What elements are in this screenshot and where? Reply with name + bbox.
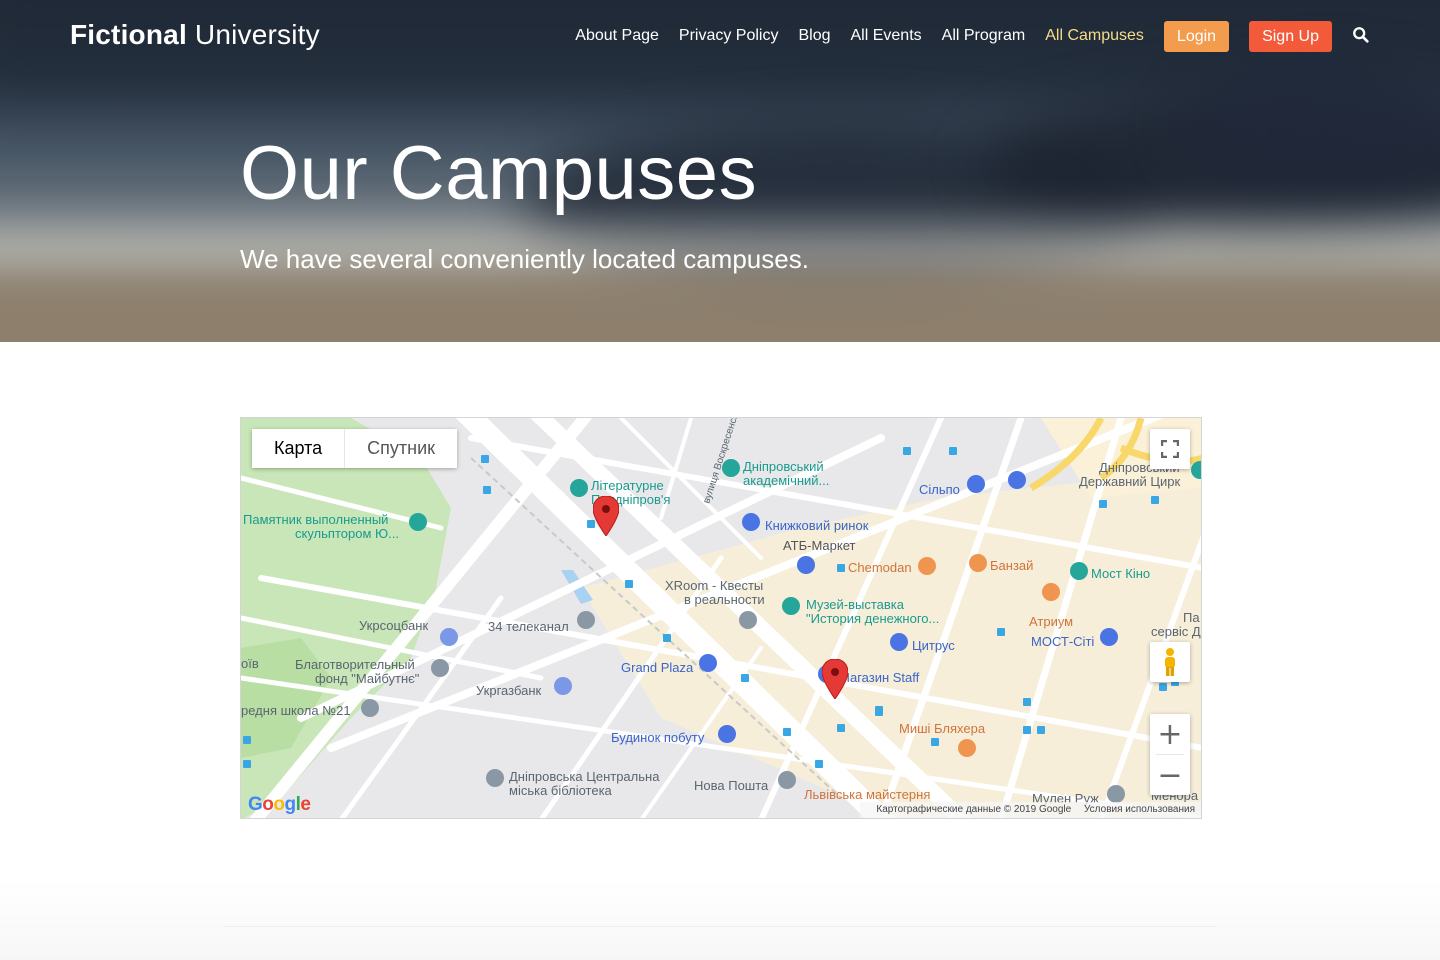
login-button[interactable]: Login	[1163, 20, 1230, 52]
zoom-in-button[interactable]: +	[1150, 714, 1190, 754]
map-label: редня школа №21	[241, 703, 351, 718]
map-label: оїв	[241, 656, 259, 671]
campus-marker-1[interactable]	[593, 496, 619, 536]
map-label: Памятник выполненный	[243, 512, 388, 527]
map-label: Нова Пошта	[694, 778, 769, 793]
map-label: академічний...	[743, 473, 829, 488]
main-nav: About Page Privacy Policy Blog All Event…	[555, 20, 1372, 52]
fullscreen-icon	[1161, 440, 1179, 458]
map-label: Мост Кіно	[1091, 566, 1150, 581]
map-label: XRoom - Квесты	[665, 578, 763, 593]
map-label: Будинок побуту	[611, 730, 705, 745]
map-label: Благотворительный	[295, 657, 415, 672]
map-type-satellite-button[interactable]: Спутник	[345, 429, 458, 468]
content-divider	[225, 926, 1215, 927]
map-label: Банзай	[990, 558, 1033, 573]
footer-fade	[0, 880, 1440, 960]
map-label: Атриум	[1029, 614, 1073, 629]
map-type-toggle: Карта Спутник	[252, 429, 458, 468]
signup-button[interactable]: Sign Up	[1249, 20, 1332, 52]
map-terms-link[interactable]: Условия использования	[1084, 804, 1195, 815]
map-label: Магазин Staff	[839, 670, 920, 685]
map-label: Музей-выставка	[806, 597, 905, 612]
search-icon[interactable]	[1352, 26, 1372, 46]
map-data-credit: Картографические данные © 2019 Google	[876, 804, 1072, 815]
map-type-map-button[interactable]: Карта	[252, 429, 346, 468]
map-label: Укргазбанк	[476, 683, 542, 698]
map-label: Книжковий ринок	[765, 518, 869, 533]
map-label: Державний Цирк	[1079, 474, 1181, 489]
map-label: Дніпровська Центральна	[509, 769, 660, 784]
pegman-icon	[1165, 648, 1175, 676]
nav-programs[interactable]: All Program	[942, 27, 1026, 45]
map-label: Па	[1183, 610, 1200, 625]
campus-map[interactable]: Літературне Придніпров'я Дніпровський ак…	[240, 417, 1202, 819]
map-label: міська бібліотека	[509, 783, 613, 798]
map-label: Літературне	[591, 478, 664, 493]
map-label: сервіс Д	[1151, 624, 1201, 639]
map-label: АТБ-Маркет	[783, 538, 856, 553]
map-label: Укрсоцбанк	[359, 618, 428, 633]
map-tiles: Літературне Придніпров'я Дніпровський ак…	[241, 418, 1201, 818]
map-label: Chemodan	[848, 560, 912, 575]
map-label: фонд "Майбутнє"	[315, 671, 420, 686]
zoom-control: + −	[1150, 714, 1190, 795]
map-label: Сільпо	[919, 482, 960, 497]
map-label: Grand Plaza	[621, 660, 694, 675]
page-subtitle: We have several conveniently located cam…	[240, 244, 809, 274]
street-view-pegman[interactable]	[1150, 642, 1190, 682]
logo-light-text: University	[194, 19, 320, 50]
nav-privacy[interactable]: Privacy Policy	[679, 27, 779, 45]
map-label: МОСТ-Сіті	[1031, 634, 1094, 649]
nav-events[interactable]: All Events	[851, 27, 922, 45]
site-logo[interactable]: Fictional University	[70, 19, 320, 51]
map-label: Цитрус	[912, 638, 955, 653]
fullscreen-button[interactable]	[1150, 429, 1190, 469]
map-label: в реальности	[684, 592, 765, 607]
logo-bold-text: Fictional	[70, 19, 187, 50]
nav-about[interactable]: About Page	[575, 27, 659, 45]
map-label: Львівська майстерня	[804, 787, 930, 802]
campus-marker-2[interactable]	[822, 659, 848, 699]
nav-blog[interactable]: Blog	[798, 27, 830, 45]
map-label: "История денежного...	[806, 611, 939, 626]
site-header: Fictional University About Page Privacy …	[0, 0, 1440, 72]
map-label: 34 телеканал	[488, 619, 569, 634]
nav-campuses[interactable]: All Campuses	[1045, 27, 1144, 45]
zoom-out-button[interactable]: −	[1150, 755, 1190, 795]
page-title: Our Campuses	[240, 131, 758, 216]
map-label: скульптором Ю...	[295, 526, 399, 541]
map-label: Миші Бляхера	[899, 721, 986, 736]
map-label: Дніпровський	[743, 459, 824, 474]
map-attribution: Картографические данные © 2019 Google Ус…	[860, 802, 1201, 818]
google-logo[interactable]: Google	[248, 794, 311, 816]
